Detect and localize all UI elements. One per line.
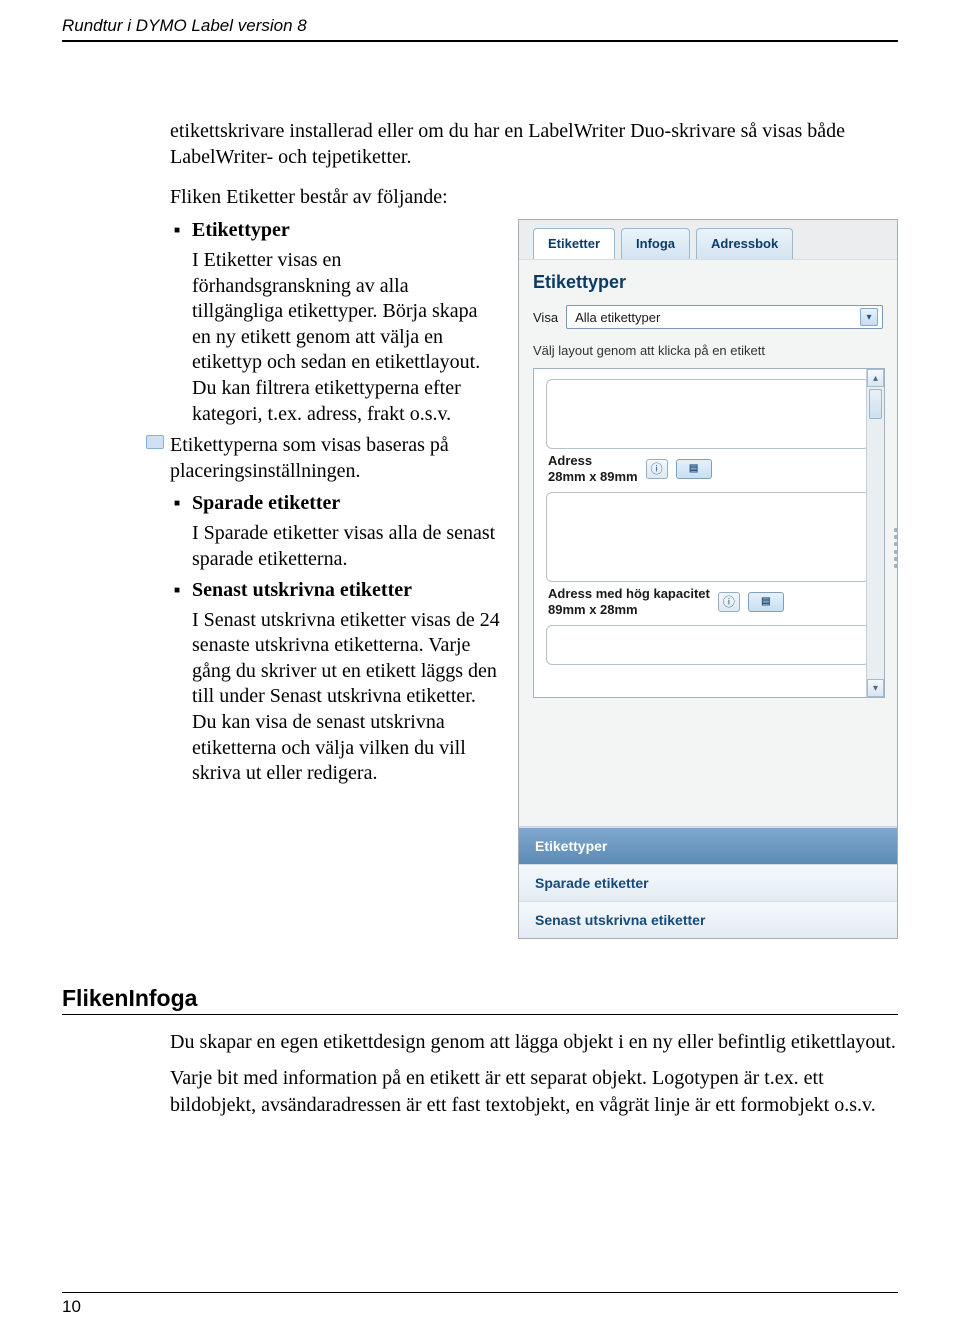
page-footer: 10 <box>62 1292 898 1317</box>
bullet-title: Etikettyper <box>192 219 500 242</box>
select-label-button[interactable]: ▤ <box>748 592 784 612</box>
label-preview <box>546 625 870 665</box>
section-p2: Varje bit med information på en etikett … <box>170 1065 898 1118</box>
page-header: Rundtur i DYMO Label version 8 <box>62 16 898 42</box>
bullet-sparade: Sparade etiketter I Sparade etiketter vi… <box>170 492 500 572</box>
panel-heading: Etikettyper <box>519 260 897 297</box>
info-icon[interactable]: ⓘ <box>646 459 668 479</box>
tab-infoga[interactable]: Infoga <box>621 228 690 259</box>
bullet-title: Senast utskrivna etiketter <box>192 579 500 602</box>
tab-adressbok[interactable]: Adressbok <box>696 228 793 259</box>
intro-paragraph: etikettskrivare installerad eller om du … <box>170 118 900 170</box>
select-label-button[interactable]: ▤ <box>676 459 712 479</box>
label-size: 28mm x 89mm <box>548 469 638 484</box>
page-header-title: Rundtur i DYMO Label version 8 <box>62 16 307 35</box>
label-name: Adress med hög kapacitet <box>548 586 710 601</box>
section-flikeninfoga: FlikenInfoga Du skapar en egen etikettde… <box>62 985 898 1128</box>
accordion: Etikettyper Sparade etiketter Senast uts… <box>519 826 897 938</box>
label-name: Adress <box>548 453 592 468</box>
accordion-item-etikettyper[interactable]: Etikettyper <box>519 827 897 864</box>
main-content: etikettskrivare installerad eller om du … <box>170 118 900 939</box>
label-card[interactable]: Adress 28mm x 89mm ⓘ ▤ <box>546 379 870 486</box>
bullet-title: Sparade etiketter <box>192 492 500 515</box>
tab-etiketter[interactable]: Etiketter <box>533 228 615 259</box>
label-size: 89mm x 28mm <box>548 602 638 617</box>
info-icon[interactable]: ⓘ <box>718 592 740 612</box>
scroll-thumb[interactable] <box>869 389 882 419</box>
visa-select[interactable]: Alla etikettyper ▾ <box>566 305 883 329</box>
label-caption-text: Adress 28mm x 89mm <box>548 453 638 484</box>
bullet-senast: Senast utskrivna etiketter I Senast utsk… <box>170 579 500 787</box>
text-column: Etikettyper I Etiketter visas en förhand… <box>170 219 500 939</box>
visa-select-value: Alla etikettyper <box>575 310 660 325</box>
label-caption-text: Adress med hög kapacitet 89mm x 28mm <box>548 586 710 617</box>
resize-handle[interactable] <box>894 528 900 568</box>
section-title: FlikenInfoga <box>62 985 898 1015</box>
scroll-down-icon[interactable]: ▾ <box>867 679 884 697</box>
page-number: 10 <box>62 1297 81 1316</box>
bullet-body: I Senast utskrivna etiketter visas de 24… <box>192 608 500 787</box>
accordion-item-senast[interactable]: Senast utskrivna etiketter <box>519 901 897 938</box>
scroll-up-icon[interactable]: ▴ <box>867 369 884 387</box>
note-body: Etikettyperna som visas baseras på place… <box>170 433 500 484</box>
panel-hint: Välj layout genom att klicka på en etike… <box>519 337 897 368</box>
bullet-etikettyper: Etikettyper I Etiketter visas en förhand… <box>170 219 500 427</box>
section-p1: Du skapar en egen etikettdesign genom at… <box>170 1029 898 1055</box>
sidebar-panel: Etiketter Infoga Adressbok Etikettyper V… <box>518 219 898 939</box>
accordion-item-sparade[interactable]: Sparade etiketter <box>519 864 897 901</box>
intro-subparagraph: Fliken Etiketter består av följande: <box>170 186 900 209</box>
panel-tabs: Etiketter Infoga Adressbok <box>519 220 897 260</box>
label-card[interactable] <box>546 625 870 665</box>
note-icon <box>146 435 164 449</box>
scrollbar[interactable]: ▴ ▾ <box>866 369 884 697</box>
bullet-body: I Etiketter visas en förhandsgranskning … <box>192 248 500 427</box>
label-type-list: Adress 28mm x 89mm ⓘ ▤ Adress med hög ka… <box>533 368 885 698</box>
label-card[interactable]: Adress med hög kapacitet 89mm x 28mm ⓘ ▤ <box>546 492 870 619</box>
bullet-body: I Sparade etiketter visas alla de senast… <box>192 521 500 572</box>
visa-label: Visa <box>533 310 558 325</box>
chevron-down-icon: ▾ <box>860 308 878 326</box>
label-preview <box>546 379 870 449</box>
label-preview <box>546 492 870 582</box>
